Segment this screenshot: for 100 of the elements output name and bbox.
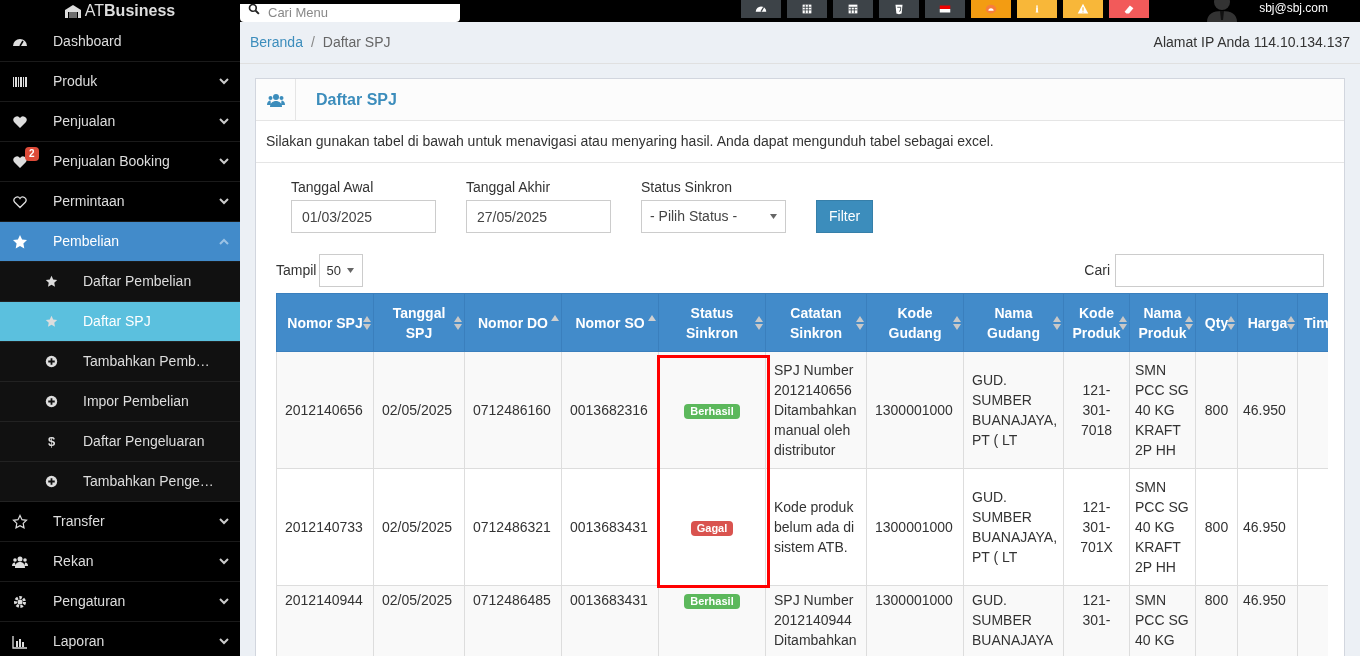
panel-title: Daftar SPJ (316, 89, 397, 110)
plus-circle-icon (45, 475, 58, 488)
column-header[interactable]: Nomor DO (464, 293, 562, 352)
column-header[interactable]: Tanggal SPJ (373, 293, 465, 352)
gear-icon (12, 593, 28, 610)
star-icon (45, 315, 58, 328)
header-label: Kode Gudang (887, 303, 943, 343)
column-header[interactable]: Tim (1297, 293, 1328, 352)
logo-text: ATBusiness (84, 3, 176, 19)
column-header[interactable]: Harga (1237, 293, 1298, 352)
column-header[interactable]: Nama Produk (1129, 293, 1196, 352)
filter-button[interactable]: Filter (816, 200, 874, 233)
table-cell: 02/05/2025 (373, 351, 465, 469)
toolbar-button[interactable] (1109, 0, 1150, 18)
warning-icon (1076, 2, 1091, 16)
ip-address-text: Alamat IP Anda 114.10.134.137 (1153, 33, 1350, 52)
sidebar-item[interactable]: Pembelian (0, 222, 240, 262)
select-value: - Pilih Status - (650, 207, 738, 226)
plus-circle-icon (45, 395, 58, 408)
date-field[interactable]: 01/03/2025 (291, 200, 436, 233)
header-label: Nama Gudang (986, 303, 1041, 343)
table-search-field[interactable] (1115, 254, 1324, 287)
table-cell: 121-301-7018 (1063, 351, 1130, 469)
star-icon (12, 233, 28, 250)
table-cell: SMN PCC SG 40 KG KRAFT 2P HH (1129, 351, 1196, 469)
select-value: 50 (326, 261, 341, 280)
header-label: Catatan Sinkron (788, 303, 844, 343)
search-field[interactable]: Cari Menu (240, 3, 460, 22)
table-cell: 02/05/2025 (373, 468, 465, 586)
column-header[interactable]: Status Sinkron (658, 293, 766, 352)
column-header[interactable]: Nomor SO (561, 293, 659, 352)
table-cell: 0013682316 (561, 351, 659, 469)
header-label: Kode Produk (1072, 303, 1121, 343)
description-text: Silakan gunakan tabel di bawah untuk menavigasi atau menyaring hasil. Anda dapat mengunduh tabel sebagai excel. (266, 132, 995, 151)
toolbar-button[interactable] (787, 0, 828, 18)
submenu-item[interactable]: Tambahkan Pemb… (0, 342, 240, 382)
user-email: sbj@sbj.com (1259, 1, 1328, 15)
header-label: Nomor DO (478, 313, 548, 333)
breadcrumb-current: Daftar SPJ (322, 33, 391, 52)
toolbar-button[interactable] (833, 0, 874, 18)
status-select[interactable]: - Pilih Status - (641, 200, 786, 233)
submenu-item[interactable]: Tambahkan Penge… (0, 462, 240, 502)
table-cell: SMN PCC SG 40 KG KRAFT 2P HH (1129, 468, 1196, 586)
date-field[interactable]: 27/05/2025 (466, 200, 611, 233)
status-badge: Berhasil (684, 594, 740, 609)
header-label: Nomor SO (575, 313, 645, 333)
table-cell: GUD. SUMBER BUANAJAYA, PT ( LT (963, 351, 1064, 469)
column-header[interactable]: Catatan Sinkron (765, 293, 867, 352)
toolbar-button[interactable] (925, 0, 966, 18)
submenu-item[interactable]: $ Daftar Pengeluaran (0, 422, 240, 462)
field-label: Tanggal Akhir (466, 178, 552, 197)
table-cell: 1300001000 (866, 468, 964, 586)
table-cell: GUD. SUMBER BUANAJAYA, PT ( LT (963, 468, 1064, 586)
toolbar-button[interactable] (971, 0, 1012, 18)
table-cell: 121-301-701X (1063, 468, 1130, 586)
heart-icon (12, 153, 28, 170)
caret-icon (770, 214, 777, 219)
table-cell: 2012140733 (276, 468, 374, 586)
toolbar-button[interactable] (1017, 0, 1058, 18)
status-badge: Berhasil (684, 404, 740, 419)
table-cell: 800 (1195, 351, 1238, 469)
toolbar-button[interactable] (741, 0, 782, 18)
header-label: Nomor SPJ (287, 313, 363, 333)
column-header[interactable]: Kode Gudang (866, 293, 964, 352)
toolbar-button[interactable] (879, 0, 920, 18)
table-cell: 0712486321 (464, 468, 562, 586)
submenu-item[interactable]: Daftar Pembelian (0, 262, 240, 302)
field-label: Tanggal Awal (291, 178, 375, 197)
page-size-select[interactable]: 50 (319, 254, 364, 287)
column-header[interactable]: Kode Produk (1063, 293, 1130, 352)
table-cell: 46.950 (1237, 468, 1298, 586)
submenu-item[interactable]: Impor Pembelian (0, 382, 240, 422)
header-label: Harga (1247, 313, 1288, 333)
dollar-icon: $ (45, 431, 58, 452)
heart-icon (12, 113, 28, 130)
search-label: Cari (1084, 261, 1110, 280)
table-cell: 2012140656 (276, 351, 374, 469)
table-cell: 2012140944 (276, 585, 374, 656)
breadcrumb-separator: / (310, 33, 315, 52)
column-header[interactable]: Nama Gudang (963, 293, 1064, 352)
heart-outline-icon (12, 193, 28, 210)
table-cell: 800 (1195, 468, 1238, 586)
caret-icon (346, 268, 354, 273)
header-label: Qty (1204, 313, 1229, 333)
header-label: Tim (1304, 313, 1328, 333)
plus-circle-icon (45, 355, 58, 368)
user-silhouette-icon (1205, 0, 1240, 22)
users-icon (266, 92, 285, 107)
table-cell: 1300001000 (866, 351, 964, 469)
bell-icon (984, 2, 999, 16)
column-header[interactable]: Nomor SPJ (276, 293, 374, 352)
page-size-label: Tampil (276, 261, 317, 280)
warehouse-icon (64, 4, 81, 18)
table-cell: 0712486160 (464, 351, 562, 469)
table-cell: 46.950 (1237, 351, 1298, 469)
column-header[interactable]: Qty (1195, 293, 1238, 352)
bar-chart-icon (12, 633, 28, 650)
toolbar-button[interactable] (1063, 0, 1104, 18)
table-cell: SPJ Number 2012140656 Ditambahkan manual oleh distributor (765, 351, 867, 469)
notification-badge: 2 (25, 147, 39, 161)
